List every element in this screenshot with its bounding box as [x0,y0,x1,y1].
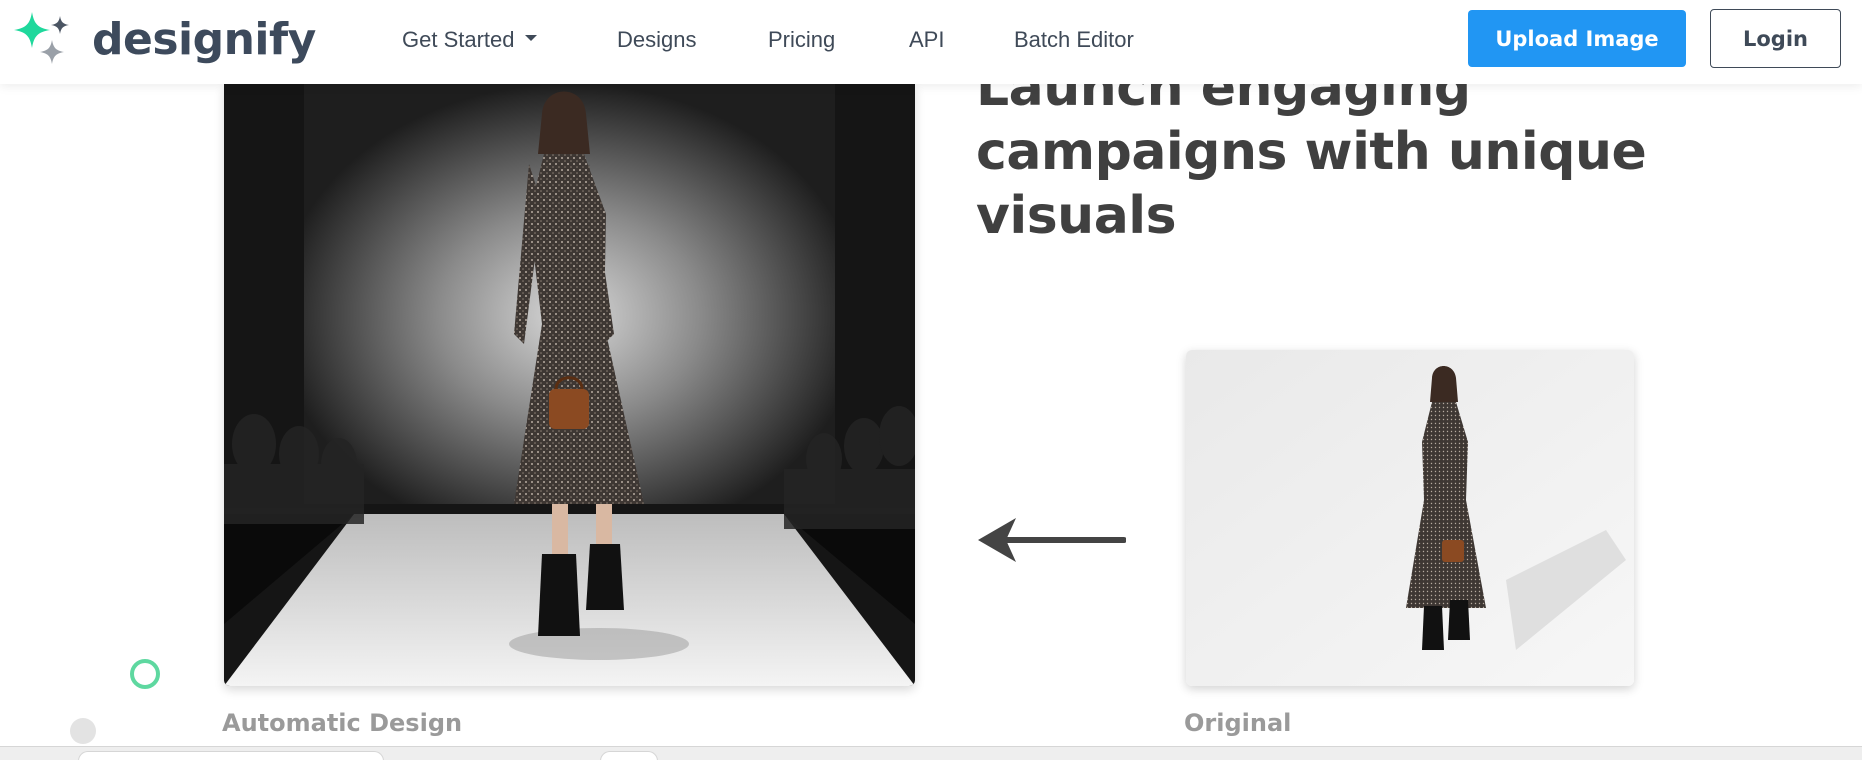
bottom-tab-small [600,751,658,760]
top-navbar: designify Get Started Designs Pricing AP… [0,0,1862,84]
hero-headline: Launch engaging campaigns with unique vi… [976,58,1647,246]
original-image [1186,350,1634,686]
arrow-left-icon [976,514,1127,566]
bottom-tab [78,751,384,760]
upload-image-button[interactable]: Upload Image [1468,10,1686,67]
brand-name: designify [92,14,316,65]
brand-logo[interactable]: designify [14,12,316,68]
automatic-design-image [224,84,915,686]
nav-get-started[interactable]: Get Started [402,26,537,54]
nav-batch-editor[interactable]: Batch Editor [1014,26,1134,54]
nav-get-started-label: Get Started [402,27,515,52]
login-button[interactable]: Login [1710,9,1841,68]
nav-designs[interactable]: Designs [617,26,696,54]
caret-down-icon [524,35,537,42]
decorative-ring [130,659,160,689]
nav-pricing[interactable]: Pricing [768,26,835,54]
nav-api[interactable]: API [909,26,944,54]
sparkle-logo-icon [14,12,72,68]
original-caption: Original [1184,709,1292,737]
automatic-design-caption: Automatic Design [222,709,463,737]
bottom-strip [0,746,1862,760]
decorative-dot [70,718,96,744]
